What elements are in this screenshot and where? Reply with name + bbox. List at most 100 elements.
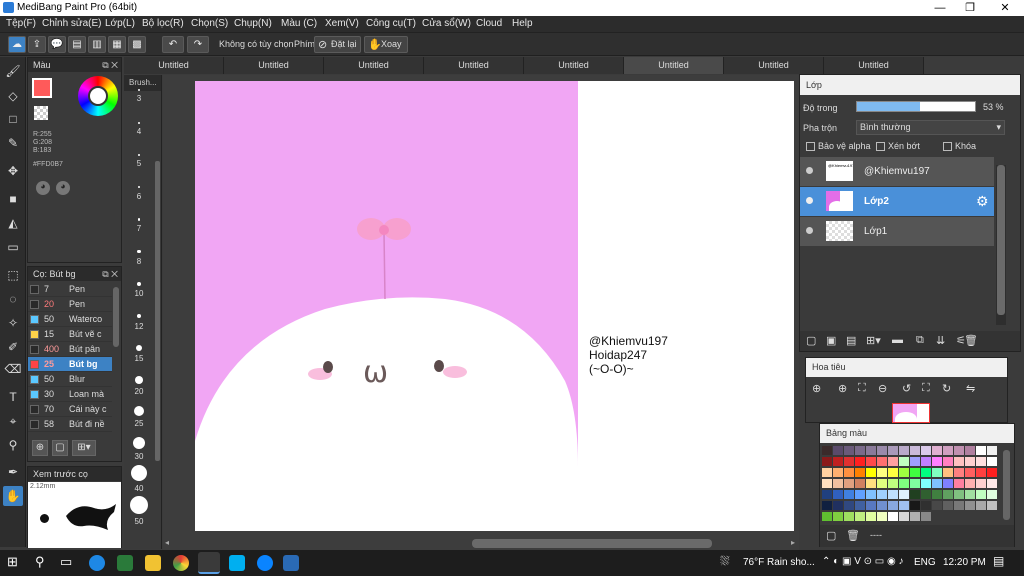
redo-icon[interactable]: ↷	[187, 36, 209, 53]
palette-swatch[interactable]	[822, 501, 832, 510]
tab-untitled[interactable]: Untitled	[424, 57, 524, 74]
trash-icon[interactable]: 🗑	[846, 529, 860, 542]
menu-cloud[interactable]: Cloud	[476, 18, 502, 29]
document-icon[interactable]: ▥	[88, 36, 106, 53]
brush-size-dot[interactable]	[134, 406, 144, 416]
brush-size-label[interactable]: 7	[124, 224, 154, 233]
brush-item[interactable]: 25 Bút bg	[28, 357, 112, 372]
palette-swatch[interactable]	[943, 490, 953, 499]
palette-swatch[interactable]	[932, 457, 942, 466]
menu-filter[interactable]: Bộ lọc(R)	[142, 18, 184, 29]
move-tool-icon[interactable]: ✥	[3, 161, 23, 181]
palette-swatch[interactable]	[943, 468, 953, 477]
palette-swatch[interactable]	[921, 446, 931, 455]
duplicate-layer-icon[interactable]: ⧉	[916, 334, 924, 347]
lasso-tool-icon[interactable]: ◌	[3, 289, 23, 309]
brush-size-dot[interactable]	[138, 154, 140, 156]
brush-list-scrollbar[interactable]	[113, 287, 119, 347]
palette-swatch[interactable]	[877, 446, 887, 455]
palette-swatch[interactable]	[943, 501, 953, 510]
palette-swatch[interactable]	[855, 490, 865, 499]
rotate-left-icon[interactable]: ↺	[902, 382, 911, 395]
palette-swatch[interactable]	[866, 490, 876, 499]
palette-swatch[interactable]	[888, 446, 898, 455]
palette-swatch[interactable]	[899, 501, 909, 510]
menu-help[interactable]: Help	[512, 18, 533, 29]
palette-swatch[interactable]	[844, 501, 854, 510]
vertical-scroll-track[interactable]	[164, 78, 173, 536]
brush-item[interactable]: 58 Bút đi nề	[28, 417, 112, 432]
layer-row-selected[interactable]: Lớp2 ⚙	[800, 187, 994, 216]
folder-icon[interactable]: ▬	[892, 334, 903, 346]
eye-icon[interactable]	[806, 167, 813, 174]
palette-swatch[interactable]	[833, 490, 843, 499]
rotate-button[interactable]: ✋ Xoay	[364, 36, 408, 53]
image-app-icon[interactable]	[283, 555, 299, 571]
palette-swatch[interactable]	[844, 479, 854, 488]
palette-swatch[interactable]	[866, 479, 876, 488]
palette-swatch[interactable]	[822, 479, 832, 488]
palette-swatch[interactable]	[943, 479, 953, 488]
palette-swatch[interactable]	[877, 512, 887, 521]
bucket-tool-icon[interactable]: ◭	[3, 213, 23, 233]
zoom-out-icon[interactable]: ⊖	[878, 382, 887, 395]
navigator-thumbnail[interactable]	[892, 403, 930, 423]
palette-swatch[interactable]	[910, 501, 920, 510]
menu-snap[interactable]: Chụp(N)	[234, 18, 272, 29]
brush-item[interactable]: 20 Pen	[28, 297, 112, 312]
palette-swatch[interactable]	[855, 457, 865, 466]
palette-swatch[interactable]	[833, 512, 843, 521]
palette-swatch[interactable]	[833, 446, 843, 455]
scroll-right-icon[interactable]: ▸	[791, 538, 795, 547]
palette-swatch[interactable]	[833, 501, 843, 510]
tab-untitled[interactable]: Untitled	[724, 57, 824, 74]
palette-swatch[interactable]	[943, 446, 953, 455]
select-eraser-icon[interactable]: ⌫	[3, 359, 23, 379]
new-palette-icon[interactable]: ▢	[826, 529, 836, 542]
palette-swatch[interactable]	[855, 468, 865, 477]
palette-swatch[interactable]	[921, 468, 931, 477]
brush-size-dot[interactable]	[138, 121, 140, 124]
palette-swatch[interactable]	[822, 468, 832, 477]
palette-swatch[interactable]	[932, 468, 942, 477]
palette-swatch[interactable]	[910, 446, 920, 455]
text-tool-icon[interactable]: T	[3, 387, 23, 407]
new-layer-icon[interactable]: ▢	[806, 334, 816, 347]
trash-icon[interactable]: 🗑	[964, 334, 978, 347]
skype-icon[interactable]	[229, 555, 245, 571]
layer-scroll-thumb[interactable]	[997, 165, 1005, 315]
palette-add-icon[interactable]: ◕	[56, 181, 70, 195]
palette-swatch[interactable]	[965, 457, 975, 466]
palette-swatch[interactable]	[987, 457, 997, 466]
brush-size-label[interactable]: 10	[124, 289, 154, 298]
tab-untitled[interactable]: Untitled	[824, 57, 924, 74]
chrome-icon[interactable]	[173, 555, 189, 571]
layer-row[interactable]: Lớp1	[800, 217, 994, 246]
rotate-right-icon[interactable]: ↻	[942, 382, 951, 395]
zalo-icon[interactable]	[257, 555, 273, 571]
palette-swatch[interactable]	[899, 457, 909, 466]
brush-menu-icon[interactable]: ⊞▾	[72, 440, 96, 456]
eraser-tool-icon[interactable]: ◇	[3, 86, 23, 106]
menu-edit[interactable]: Chỉnh sửa(E)	[42, 18, 102, 29]
palette-swatch[interactable]	[954, 446, 964, 455]
palette-swatch[interactable]	[910, 512, 920, 521]
palette-swatch[interactable]	[899, 490, 909, 499]
palette-swatch[interactable]	[954, 468, 964, 477]
palette-swatch[interactable]	[987, 501, 997, 510]
palette-swatch[interactable]	[910, 468, 920, 477]
brush-copy-icon[interactable]: ▢	[52, 440, 68, 456]
palette-swatch[interactable]	[888, 479, 898, 488]
palette-swatch[interactable]	[888, 490, 898, 499]
brush-item[interactable]: 30 Loan mà	[28, 387, 112, 402]
palette-swatch[interactable]	[844, 512, 854, 521]
brush-size-label[interactable]: 6	[124, 192, 154, 201]
palette-swatch[interactable]	[866, 512, 876, 521]
magic-wand-icon[interactable]: ✧	[3, 313, 23, 333]
palette-swatch[interactable]	[899, 468, 909, 477]
menu-layer[interactable]: Lớp(L)	[105, 18, 135, 29]
palette-swatch[interactable]	[877, 501, 887, 510]
fit-window-icon[interactable]: ⛶	[922, 382, 930, 395]
palette-swatch[interactable]	[976, 457, 986, 466]
eyedropper-tool-icon[interactable]: ⚲	[3, 435, 23, 455]
